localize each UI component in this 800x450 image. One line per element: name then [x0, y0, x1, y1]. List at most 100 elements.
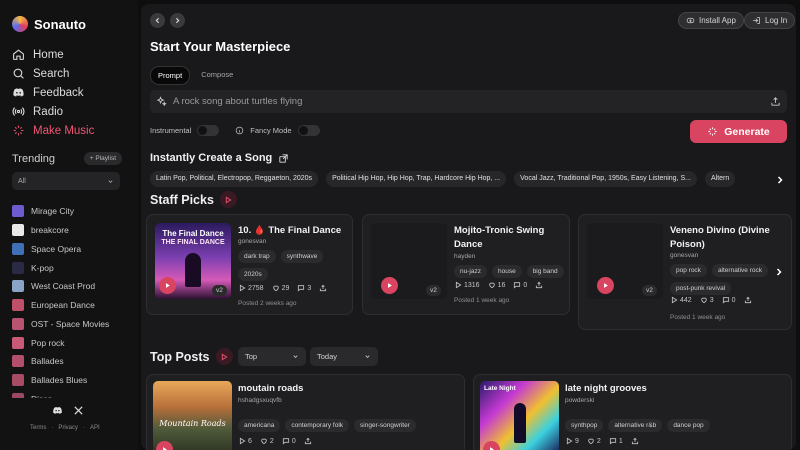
play-button[interactable] — [381, 277, 398, 294]
genre-tag[interactable]: singer-songwriter — [354, 419, 416, 432]
share-button[interactable] — [319, 284, 327, 292]
trending-item[interactable]: European Dance — [12, 296, 132, 315]
genre-tag[interactable]: synthwave — [280, 250, 324, 263]
staff-picks-scroll-right-button[interactable] — [773, 265, 785, 279]
log-in-button[interactable]: Log In — [744, 12, 796, 29]
time-range-select[interactable]: Today — [310, 347, 378, 366]
play-button[interactable] — [156, 441, 173, 450]
trending-item[interactable]: OST - Space Movies — [12, 315, 132, 334]
share-button[interactable] — [304, 437, 312, 445]
trending-item[interactable]: Disco — [12, 390, 132, 398]
chips-scroll-right-button[interactable] — [774, 173, 786, 187]
trending-item[interactable]: Space Opera — [12, 240, 132, 259]
like-count[interactable]: 2 — [260, 437, 274, 445]
trending-filter-select[interactable]: All — [12, 172, 120, 190]
song-title[interactable]: late night grooves — [565, 382, 647, 396]
song-author[interactable]: hshadgsxuqvfb — [238, 397, 282, 404]
privacy-link[interactable]: Privacy — [58, 425, 78, 431]
like-count[interactable]: 16 — [488, 281, 505, 289]
discord-icon[interactable] — [52, 405, 63, 416]
style-chip[interactable]: Latin Pop, Political, Electropop, Reggae… — [150, 171, 319, 187]
play-staff-picks-button[interactable] — [219, 191, 237, 208]
fancy-mode-toggle[interactable] — [297, 125, 320, 136]
brand[interactable]: Sonauto — [12, 16, 86, 32]
genre-tag[interactable]: americana — [238, 419, 281, 432]
share-button[interactable] — [744, 296, 752, 304]
song-author[interactable]: gonesvan — [238, 238, 266, 245]
song-author[interactable]: powderski — [565, 397, 594, 404]
comment-count[interactable]: 1 — [609, 437, 623, 445]
like-count[interactable]: 29 — [272, 284, 289, 292]
song-author[interactable]: hayden — [454, 253, 475, 260]
tab-prompt[interactable]: Prompt — [150, 66, 191, 85]
play-top-posts-button[interactable] — [215, 348, 233, 365]
staff-pick-card[interactable]: v2 Veneno Divino (Divine Poison) gonesva… — [578, 214, 792, 330]
comment-count-value: 0 — [523, 281, 528, 289]
song-title[interactable]: 10. 🩸 The Final Dance — [238, 224, 348, 238]
upload-icon[interactable] — [770, 96, 781, 107]
play-button[interactable] — [159, 277, 176, 294]
comment-count[interactable]: 0 — [513, 281, 527, 289]
style-chip[interactable]: Political Hip Hop, Hip Hop, Trap, Hardco… — [326, 171, 507, 187]
trending-item[interactable]: Ballades Blues — [12, 371, 132, 390]
staff-pick-card[interactable]: v2 Mojito-Tronic Swing Dance hayden nu-j… — [362, 214, 570, 315]
trending-item[interactable]: breakcore — [12, 221, 132, 240]
genre-tag[interactable]: dance pop — [667, 419, 710, 432]
genre-tag[interactable]: nu-jazz — [454, 265, 487, 278]
style-chip[interactable]: Vocal Jazz, Traditional Pop, 1950s, Easy… — [514, 171, 697, 187]
style-chip[interactable]: Altern — [704, 171, 736, 187]
nav-feedback[interactable]: Feedback — [12, 83, 132, 102]
sort-select[interactable]: Top — [238, 347, 306, 366]
api-link[interactable]: API — [90, 425, 100, 431]
nav-search[interactable]: Search — [12, 64, 132, 83]
share-button[interactable] — [631, 437, 639, 445]
play-button[interactable] — [597, 277, 614, 294]
trending-item[interactable]: Mirage City — [12, 202, 132, 221]
trending-item[interactable]: West Coast Prod — [12, 277, 132, 296]
generate-button[interactable]: Generate — [690, 120, 787, 143]
comment-count[interactable]: 3 — [297, 284, 311, 292]
nav-home[interactable]: Home — [12, 45, 132, 64]
genre-tag[interactable]: house — [491, 265, 522, 278]
song-title[interactable]: Mojito-Tronic Swing Dance — [454, 224, 566, 252]
terms-link[interactable]: Terms — [30, 425, 46, 431]
song-title[interactable]: moutain roads — [238, 382, 303, 396]
tab-compose[interactable]: Compose — [194, 66, 240, 85]
top-post-card[interactable]: Late Night late night grooves powderski … — [473, 374, 792, 450]
back-button[interactable] — [150, 13, 165, 28]
share-button[interactable] — [535, 281, 543, 289]
genre-tag[interactable]: 2020s — [238, 268, 268, 281]
staff-pick-card[interactable]: The Final Dance THE FINAL DANCE v2 10. 🩸… — [146, 214, 353, 315]
x-twitter-icon[interactable] — [73, 405, 84, 416]
nav-radio[interactable]: Radio — [12, 102, 132, 121]
genre-tag[interactable]: pop rock — [670, 264, 707, 277]
genre-tag[interactable]: alternative rock — [711, 264, 769, 277]
like-count[interactable]: 3 — [700, 296, 714, 304]
comment-count[interactable]: 0 — [282, 437, 296, 445]
share-icon[interactable] — [278, 153, 289, 164]
info-icon[interactable] — [235, 126, 244, 135]
search-icon — [13, 68, 24, 79]
genre-tag[interactable]: contemporary folk — [285, 419, 350, 432]
top-post-card[interactable]: Mountain Roads moutain roads hshadgsxuqv… — [146, 374, 465, 450]
prompt-input[interactable]: A rock song about turtles flying — [150, 90, 787, 113]
trending-item-label: European Dance — [31, 300, 95, 311]
trending-item[interactable]: K-pop — [12, 258, 132, 277]
song-title[interactable]: Veneno Divino (Divine Poison) — [670, 224, 780, 252]
genre-tag[interactable]: big band — [526, 265, 564, 278]
nav-make-music[interactable]: Make Music — [12, 121, 132, 140]
like-count[interactable]: 2 — [587, 437, 601, 445]
trending-item[interactable]: Ballades — [12, 352, 132, 371]
play-button[interactable] — [483, 441, 500, 450]
genre-tag[interactable]: dark trap — [238, 250, 276, 263]
add-playlist-button[interactable]: + Playlist — [83, 152, 122, 165]
song-author[interactable]: gonesvan — [670, 252, 698, 259]
trending-item[interactable]: Pop rock — [12, 333, 132, 352]
instrumental-toggle[interactable] — [197, 125, 220, 136]
forward-button[interactable] — [170, 13, 185, 28]
genre-tag[interactable]: synthpop — [565, 419, 604, 432]
comment-count[interactable]: 0 — [722, 296, 736, 304]
genre-tag[interactable]: alternative r&b — [608, 419, 663, 432]
install-app-button[interactable]: Install App — [678, 12, 744, 29]
genre-tag[interactable]: post-punk revival — [670, 282, 732, 295]
